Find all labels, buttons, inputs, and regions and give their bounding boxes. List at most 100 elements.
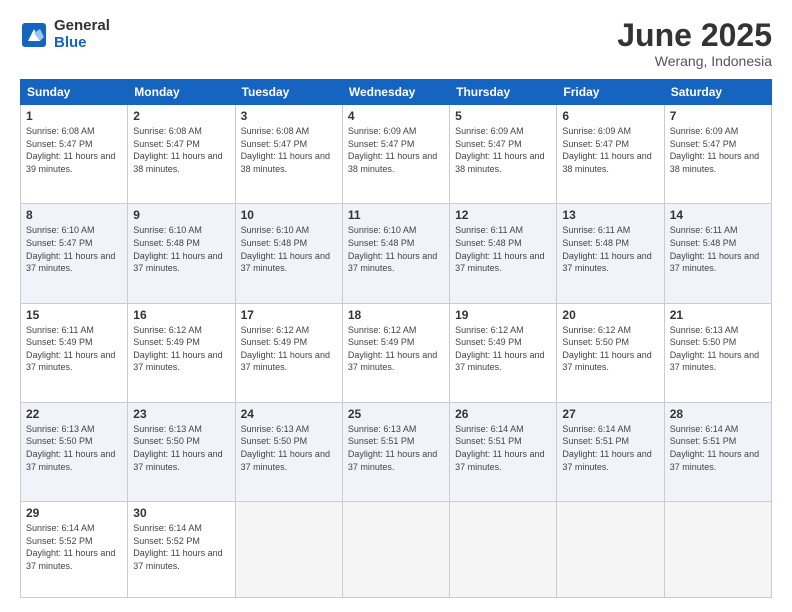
table-row: 2 Sunrise: 6:08 AMSunset: 5:47 PMDayligh… <box>128 105 235 204</box>
day-number: 27 <box>562 407 658 421</box>
table-row: 30 Sunrise: 6:14 AMSunset: 5:52 PMDaylig… <box>128 502 235 598</box>
day-info: Sunrise: 6:08 AMSunset: 5:47 PMDaylight:… <box>133 126 222 174</box>
col-monday: Monday <box>128 80 235 105</box>
day-info: Sunrise: 6:14 AMSunset: 5:51 PMDaylight:… <box>455 424 544 472</box>
day-number: 15 <box>26 308 122 322</box>
location: Werang, Indonesia <box>617 53 772 69</box>
day-number: 23 <box>133 407 229 421</box>
day-number: 12 <box>455 208 551 222</box>
day-number: 25 <box>348 407 444 421</box>
day-info: Sunrise: 6:11 AMSunset: 5:48 PMDaylight:… <box>562 225 651 273</box>
day-info: Sunrise: 6:09 AMSunset: 5:47 PMDaylight:… <box>562 126 651 174</box>
table-row: 11 Sunrise: 6:10 AMSunset: 5:48 PMDaylig… <box>342 204 449 303</box>
day-info: Sunrise: 6:12 AMSunset: 5:50 PMDaylight:… <box>562 325 651 373</box>
page: General Blue June 2025 Werang, Indonesia… <box>0 0 792 612</box>
day-number: 4 <box>348 109 444 123</box>
day-number: 9 <box>133 208 229 222</box>
day-number: 21 <box>670 308 766 322</box>
day-info: Sunrise: 6:12 AMSunset: 5:49 PMDaylight:… <box>241 325 330 373</box>
table-row: 1 Sunrise: 6:08 AMSunset: 5:47 PMDayligh… <box>21 105 128 204</box>
day-info: Sunrise: 6:13 AMSunset: 5:50 PMDaylight:… <box>133 424 222 472</box>
logo-blue: Blue <box>54 35 110 52</box>
table-row: 19 Sunrise: 6:12 AMSunset: 5:49 PMDaylig… <box>450 303 557 402</box>
table-row: 15 Sunrise: 6:11 AMSunset: 5:49 PMDaylig… <box>21 303 128 402</box>
day-info: Sunrise: 6:10 AMSunset: 5:48 PMDaylight:… <box>241 225 330 273</box>
calendar-table: Sunday Monday Tuesday Wednesday Thursday… <box>20 79 772 598</box>
day-info: Sunrise: 6:13 AMSunset: 5:50 PMDaylight:… <box>26 424 115 472</box>
day-info: Sunrise: 6:14 AMSunset: 5:51 PMDaylight:… <box>670 424 759 472</box>
col-wednesday: Wednesday <box>342 80 449 105</box>
day-info: Sunrise: 6:14 AMSunset: 5:51 PMDaylight:… <box>562 424 651 472</box>
table-row <box>557 502 664 598</box>
day-number: 29 <box>26 506 122 520</box>
day-number: 16 <box>133 308 229 322</box>
table-row <box>664 502 771 598</box>
col-thursday: Thursday <box>450 80 557 105</box>
day-info: Sunrise: 6:11 AMSunset: 5:48 PMDaylight:… <box>670 225 759 273</box>
header: General Blue June 2025 Werang, Indonesia <box>20 18 772 69</box>
day-number: 28 <box>670 407 766 421</box>
table-row: 23 Sunrise: 6:13 AMSunset: 5:50 PMDaylig… <box>128 402 235 501</box>
table-row: 21 Sunrise: 6:13 AMSunset: 5:50 PMDaylig… <box>664 303 771 402</box>
day-number: 1 <box>26 109 122 123</box>
table-row: 12 Sunrise: 6:11 AMSunset: 5:48 PMDaylig… <box>450 204 557 303</box>
table-row: 28 Sunrise: 6:14 AMSunset: 5:51 PMDaylig… <box>664 402 771 501</box>
col-friday: Friday <box>557 80 664 105</box>
day-number: 20 <box>562 308 658 322</box>
day-info: Sunrise: 6:13 AMSunset: 5:50 PMDaylight:… <box>670 325 759 373</box>
day-number: 22 <box>26 407 122 421</box>
table-row: 24 Sunrise: 6:13 AMSunset: 5:50 PMDaylig… <box>235 402 342 501</box>
table-row: 4 Sunrise: 6:09 AMSunset: 5:47 PMDayligh… <box>342 105 449 204</box>
logo-text: General Blue <box>54 18 110 51</box>
day-info: Sunrise: 6:14 AMSunset: 5:52 PMDaylight:… <box>133 523 222 571</box>
day-number: 26 <box>455 407 551 421</box>
logo-general: General <box>54 18 110 35</box>
day-info: Sunrise: 6:12 AMSunset: 5:49 PMDaylight:… <box>455 325 544 373</box>
table-row: 13 Sunrise: 6:11 AMSunset: 5:48 PMDaylig… <box>557 204 664 303</box>
day-info: Sunrise: 6:11 AMSunset: 5:48 PMDaylight:… <box>455 225 544 273</box>
col-tuesday: Tuesday <box>235 80 342 105</box>
month-title: June 2025 <box>617 18 772 53</box>
col-sunday: Sunday <box>21 80 128 105</box>
table-row: 7 Sunrise: 6:09 AMSunset: 5:47 PMDayligh… <box>664 105 771 204</box>
table-row <box>342 502 449 598</box>
table-row: 22 Sunrise: 6:13 AMSunset: 5:50 PMDaylig… <box>21 402 128 501</box>
table-row: 17 Sunrise: 6:12 AMSunset: 5:49 PMDaylig… <box>235 303 342 402</box>
day-info: Sunrise: 6:09 AMSunset: 5:47 PMDaylight:… <box>670 126 759 174</box>
table-row: 8 Sunrise: 6:10 AMSunset: 5:47 PMDayligh… <box>21 204 128 303</box>
day-number: 24 <box>241 407 337 421</box>
table-row: 18 Sunrise: 6:12 AMSunset: 5:49 PMDaylig… <box>342 303 449 402</box>
table-row: 9 Sunrise: 6:10 AMSunset: 5:48 PMDayligh… <box>128 204 235 303</box>
table-row: 26 Sunrise: 6:14 AMSunset: 5:51 PMDaylig… <box>450 402 557 501</box>
title-block: June 2025 Werang, Indonesia <box>617 18 772 69</box>
day-number: 13 <box>562 208 658 222</box>
day-info: Sunrise: 6:09 AMSunset: 5:47 PMDaylight:… <box>348 126 437 174</box>
day-info: Sunrise: 6:10 AMSunset: 5:47 PMDaylight:… <box>26 225 115 273</box>
table-row: 6 Sunrise: 6:09 AMSunset: 5:47 PMDayligh… <box>557 105 664 204</box>
day-number: 18 <box>348 308 444 322</box>
day-number: 17 <box>241 308 337 322</box>
logo-icon <box>20 21 48 49</box>
calendar-header-row: Sunday Monday Tuesday Wednesday Thursday… <box>21 80 772 105</box>
day-info: Sunrise: 6:14 AMSunset: 5:52 PMDaylight:… <box>26 523 115 571</box>
table-row: 14 Sunrise: 6:11 AMSunset: 5:48 PMDaylig… <box>664 204 771 303</box>
table-row: 10 Sunrise: 6:10 AMSunset: 5:48 PMDaylig… <box>235 204 342 303</box>
day-info: Sunrise: 6:12 AMSunset: 5:49 PMDaylight:… <box>133 325 222 373</box>
table-row: 25 Sunrise: 6:13 AMSunset: 5:51 PMDaylig… <box>342 402 449 501</box>
col-saturday: Saturday <box>664 80 771 105</box>
day-info: Sunrise: 6:10 AMSunset: 5:48 PMDaylight:… <box>348 225 437 273</box>
table-row: 27 Sunrise: 6:14 AMSunset: 5:51 PMDaylig… <box>557 402 664 501</box>
table-row <box>235 502 342 598</box>
day-info: Sunrise: 6:08 AMSunset: 5:47 PMDaylight:… <box>26 126 115 174</box>
day-info: Sunrise: 6:11 AMSunset: 5:49 PMDaylight:… <box>26 325 115 373</box>
logo: General Blue <box>20 18 110 51</box>
table-row: 29 Sunrise: 6:14 AMSunset: 5:52 PMDaylig… <box>21 502 128 598</box>
day-number: 2 <box>133 109 229 123</box>
day-info: Sunrise: 6:09 AMSunset: 5:47 PMDaylight:… <box>455 126 544 174</box>
day-number: 8 <box>26 208 122 222</box>
day-number: 6 <box>562 109 658 123</box>
day-info: Sunrise: 6:08 AMSunset: 5:47 PMDaylight:… <box>241 126 330 174</box>
day-number: 19 <box>455 308 551 322</box>
day-number: 5 <box>455 109 551 123</box>
day-number: 10 <box>241 208 337 222</box>
